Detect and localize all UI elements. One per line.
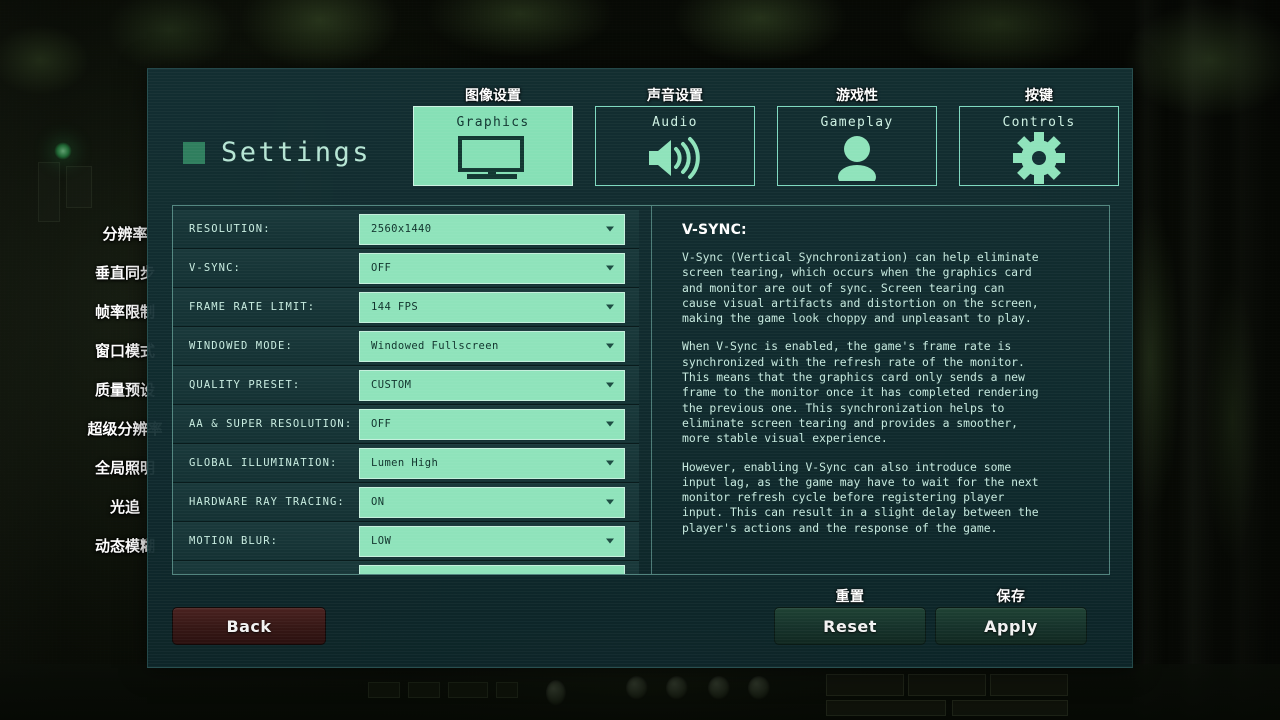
setting-label-quality-preset: QUALITY PRESET: bbox=[189, 379, 301, 391]
setting-label-global-illumination: GLOBAL ILLUMINATION: bbox=[189, 457, 338, 469]
chevron-down-icon bbox=[606, 343, 614, 349]
game-screen: 分辨率 垂直同步 帧率限制 窗口模式 质量预设 超级分辨率 全局照明 光追 动态… bbox=[0, 0, 1280, 720]
back-button-label: Back bbox=[226, 616, 272, 636]
dropdown-value-global-illumination: Lumen High bbox=[371, 457, 439, 469]
page-title: Settings bbox=[183, 137, 371, 168]
tab-gameplay-label: Gameplay bbox=[820, 115, 894, 130]
tab-graphics[interactable]: 图像设置 Graphics bbox=[413, 88, 573, 186]
page-title-label: Settings bbox=[221, 137, 372, 168]
dropdown-resolution[interactable]: 2560x1440 bbox=[359, 213, 625, 245]
dropdown-windowed-mode[interactable]: Windowed Fullscreen bbox=[359, 330, 625, 362]
setting-label-vsync: V-SYNC: bbox=[189, 262, 241, 274]
tab-audio[interactable]: 声音设置 Audio bbox=[595, 88, 755, 186]
dropdown-vsync[interactable]: OFF bbox=[359, 252, 625, 284]
table-row[interactable]: V-SYNC: OFF bbox=[173, 249, 639, 288]
person-icon bbox=[832, 130, 882, 185]
tab-controls-label: Controls bbox=[1002, 115, 1076, 130]
dropdown-hardware-ray-tracing[interactable]: ON bbox=[359, 486, 625, 518]
chevron-down-icon bbox=[606, 460, 614, 466]
dropdown-value-super-resolution: OFF bbox=[371, 418, 392, 430]
tab-gameplay[interactable]: 游戏性 Gameplay bbox=[777, 88, 937, 186]
chevron-down-icon bbox=[606, 304, 614, 310]
setting-label-resolution: RESOLUTION: bbox=[189, 223, 271, 235]
setting-label-motion-blur: MOTION BLUR: bbox=[189, 535, 279, 547]
table-row[interactable]: GLOBAL ILLUMINATION: Lumen High bbox=[173, 444, 639, 483]
table-row[interactable]: AA & SUPER RESOLUTION: OFF bbox=[173, 405, 639, 444]
tab-audio-annotation: 声音设置 bbox=[647, 88, 703, 104]
tab-controls-annotation: 按键 bbox=[1025, 88, 1053, 104]
dropdown-value-vsync: OFF bbox=[371, 262, 392, 274]
footer-bar: Back 重置 Reset 保存 Apply bbox=[172, 589, 1108, 645]
gear-icon bbox=[1013, 130, 1065, 185]
tab-bar: 图像设置 Graphics 声音设置 Audio 游戏性 Gameplay 按键… bbox=[413, 88, 1119, 186]
chevron-down-icon bbox=[606, 226, 614, 232]
table-row[interactable]: WINDOWED MODE: Windowed Fullscreen bbox=[173, 327, 639, 366]
dropdown-value-quality-preset: CUSTOM bbox=[371, 379, 412, 391]
dropdown-value-motion-blur: LOW bbox=[371, 535, 392, 547]
dropdown-value-hardware-ray-tracing: ON bbox=[371, 496, 385, 508]
dropdown-value-windowed-mode: Windowed Fullscreen bbox=[371, 340, 499, 352]
chevron-down-icon bbox=[606, 538, 614, 544]
tab-controls[interactable]: 按键 Controls bbox=[959, 88, 1119, 186]
dropdown-global-illumination[interactable]: Lumen High bbox=[359, 447, 625, 479]
table-row[interactable]: RESOLUTION: 2560x1440 bbox=[173, 210, 639, 249]
dropdown-frame-rate-limit[interactable]: 144 FPS bbox=[359, 291, 625, 323]
settings-window: Settings 图像设置 Graphics 声音设置 Audio 游戏性 Ga… bbox=[147, 68, 1133, 668]
back-button[interactable]: Back bbox=[172, 607, 326, 645]
dropdown-motion-blur[interactable]: LOW bbox=[359, 525, 625, 557]
setting-label-frame-rate-limit: FRAME RATE LIMIT: bbox=[189, 301, 316, 313]
table-row[interactable]: QUALITY PRESET: CUSTOM bbox=[173, 366, 639, 405]
dropdown-next[interactable] bbox=[359, 564, 625, 574]
apply-button-annotation: 保存 bbox=[996, 589, 1026, 605]
dropdown-super-resolution[interactable]: OFF bbox=[359, 408, 625, 440]
apply-button[interactable]: 保存 Apply bbox=[935, 589, 1087, 645]
setting-label-windowed-mode: WINDOWED MODE: bbox=[189, 340, 293, 352]
tab-graphics-label: Graphics bbox=[456, 115, 530, 130]
tab-gameplay-annotation: 游戏性 bbox=[836, 88, 878, 104]
description-panel: V-SYNC: V-Sync (Vertical Synchronization… bbox=[668, 206, 1109, 574]
tab-audio-label: Audio bbox=[652, 115, 698, 130]
setting-label-super-resolution: AA & SUPER RESOLUTION: bbox=[189, 418, 353, 430]
table-row[interactable]: FRAME RATE LIMIT: 144 FPS bbox=[173, 288, 639, 327]
dropdown-quality-preset[interactable]: CUSTOM bbox=[359, 369, 625, 401]
description-title: V-SYNC: bbox=[682, 222, 747, 238]
green-square-icon bbox=[183, 141, 205, 164]
panel-divider bbox=[651, 206, 652, 574]
chevron-down-icon bbox=[606, 265, 614, 271]
reset-button-label: Reset bbox=[823, 616, 877, 636]
settings-content-panel: RESOLUTION: 2560x1440 V-SYNC: OFF FRAME … bbox=[172, 205, 1110, 575]
speaker-icon bbox=[645, 130, 705, 185]
reset-button[interactable]: 重置 Reset bbox=[774, 589, 926, 645]
tab-graphics-annotation: 图像设置 bbox=[465, 88, 521, 104]
table-row[interactable]: HARDWARE RAY TRACING: ON bbox=[173, 483, 639, 522]
table-row[interactable]: MOTION BLUR: LOW bbox=[173, 522, 639, 561]
monitor-icon bbox=[457, 130, 529, 185]
description-paragraph-2: When V-Sync is enabled, the game's frame… bbox=[682, 339, 1039, 446]
settings-list: RESOLUTION: 2560x1440 V-SYNC: OFF FRAME … bbox=[173, 206, 639, 574]
table-row[interactable] bbox=[173, 561, 639, 574]
chevron-down-icon bbox=[606, 499, 614, 505]
dropdown-value-resolution: 2560x1440 bbox=[371, 223, 432, 235]
chevron-down-icon bbox=[606, 382, 614, 388]
bottom-machinery-strip bbox=[0, 664, 1280, 720]
chevron-down-icon bbox=[606, 421, 614, 427]
description-paragraph-1: V-Sync (Vertical Synchronization) can he… bbox=[682, 250, 1039, 326]
apply-button-label: Apply bbox=[984, 616, 1038, 636]
setting-label-hardware-ray-tracing: HARDWARE RAY TRACING: bbox=[189, 496, 345, 508]
dropdown-value-frame-rate-limit: 144 FPS bbox=[371, 301, 419, 313]
description-paragraph-3: However, enabling V-Sync can also introd… bbox=[682, 459, 1039, 535]
reset-button-annotation: 重置 bbox=[835, 589, 865, 605]
